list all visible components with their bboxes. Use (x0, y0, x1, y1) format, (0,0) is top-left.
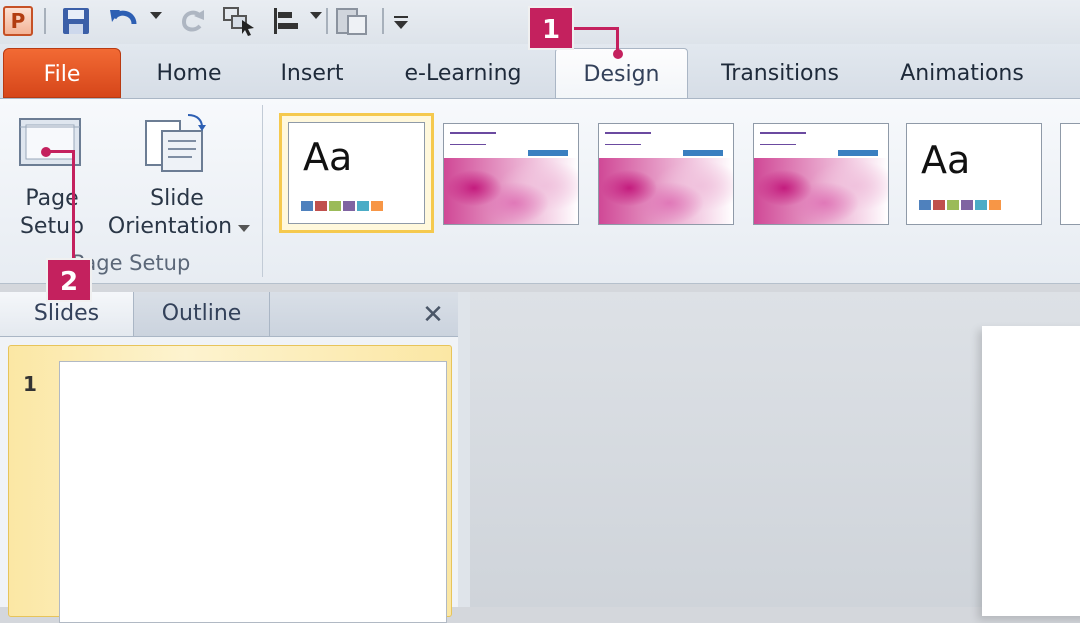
theme-logo-mark (528, 150, 568, 156)
theme-flower-image (754, 158, 888, 224)
theme-logo-mark (838, 150, 878, 156)
theme-preview: Aa (288, 122, 425, 224)
callout-2-connector (44, 150, 74, 153)
theme-subtitle-line (760, 144, 796, 145)
theme-flower-image (444, 158, 578, 224)
toolbar-separator (326, 8, 328, 34)
slides-pane: 1 (0, 337, 459, 623)
tab-transitions[interactable]: Transitions (706, 48, 854, 98)
page-setup-button[interactable]: Page Setup (4, 107, 96, 247)
slide-number: 1 (23, 372, 37, 396)
close-icon[interactable]: ✕ (418, 300, 448, 330)
callout-2: 2 (46, 258, 92, 302)
slide-orientation-button[interactable]: Slide Orientation (100, 107, 254, 247)
theme-color-swatches (301, 201, 383, 211)
theme-title-line (760, 132, 806, 134)
theme-subtitle-line (450, 144, 486, 145)
callout-1-connector (574, 27, 618, 30)
callout-1: 1 (528, 6, 574, 50)
align-icon[interactable] (270, 6, 302, 36)
theme-thumbnail-office[interactable]: Aa (279, 113, 434, 233)
theme-title-line (605, 132, 651, 134)
slide-thumbnail-selected[interactable]: 1 (8, 345, 452, 623)
tab-file[interactable]: File (3, 48, 121, 98)
callout-2-connector (72, 150, 75, 260)
theme-thumbnail-picture-1[interactable] (443, 123, 579, 225)
undo-dropdown-icon[interactable] (150, 12, 162, 19)
align-dropdown-icon[interactable] (310, 12, 322, 19)
customize-toolbar-icon[interactable] (390, 6, 412, 36)
tab-outline[interactable]: Outline (134, 292, 270, 336)
theme-thumbnail-picture-2[interactable] (598, 123, 734, 225)
group-separator (262, 105, 263, 277)
toolbar-separator (382, 8, 384, 34)
theme-flower-image (599, 158, 733, 224)
theme-logo-mark (683, 150, 723, 156)
powerpoint-app-icon[interactable]: P (3, 6, 33, 36)
toolbar-separator (44, 8, 46, 34)
ribbon-tabs: File Home Insert e-Learning Design Trans… (0, 44, 1080, 100)
slide-thumbnail[interactable] (59, 361, 447, 623)
page-setup-label-2: Setup (19, 214, 85, 239)
theme-sample-text: Aa (921, 138, 971, 182)
tab-home[interactable]: Home (134, 48, 244, 98)
save-icon[interactable] (61, 6, 91, 36)
tab-animations[interactable]: Animations (886, 48, 1038, 98)
group-label-page-setup: Page Setup (71, 251, 191, 275)
tab-e-learning[interactable]: e-Learning (396, 48, 530, 98)
slide-orientation-label-1: Slide (150, 186, 204, 211)
callout-1-connector (616, 27, 619, 51)
theme-title-line (450, 132, 496, 134)
theme-color-swatches (919, 200, 1001, 210)
theme-subtitle-line (605, 144, 641, 145)
page-setup-label-1: Page (25, 186, 79, 211)
slide-orientation-dropdown-icon (238, 225, 250, 232)
design-ribbon: Page Setup Slide Orientation Page Setup … (0, 98, 1080, 284)
paste-icon[interactable] (334, 6, 370, 36)
slide-canvas[interactable] (982, 326, 1080, 616)
theme-thumbnail-office-2[interactable]: Aa (906, 123, 1042, 225)
slide-orientation-label-2: Orientation (107, 214, 233, 239)
selection-pane-icon[interactable] (222, 6, 258, 36)
undo-icon[interactable] (108, 6, 140, 36)
callout-1-pointer (613, 49, 623, 59)
redo-icon[interactable] (178, 6, 208, 36)
theme-thumbnail-partial[interactable] (1060, 123, 1080, 225)
slide-orientation-icon (145, 114, 206, 172)
theme-sample-text: Aa (303, 135, 353, 179)
theme-thumbnail-picture-3[interactable] (753, 123, 889, 225)
tab-insert[interactable]: Insert (262, 48, 362, 98)
